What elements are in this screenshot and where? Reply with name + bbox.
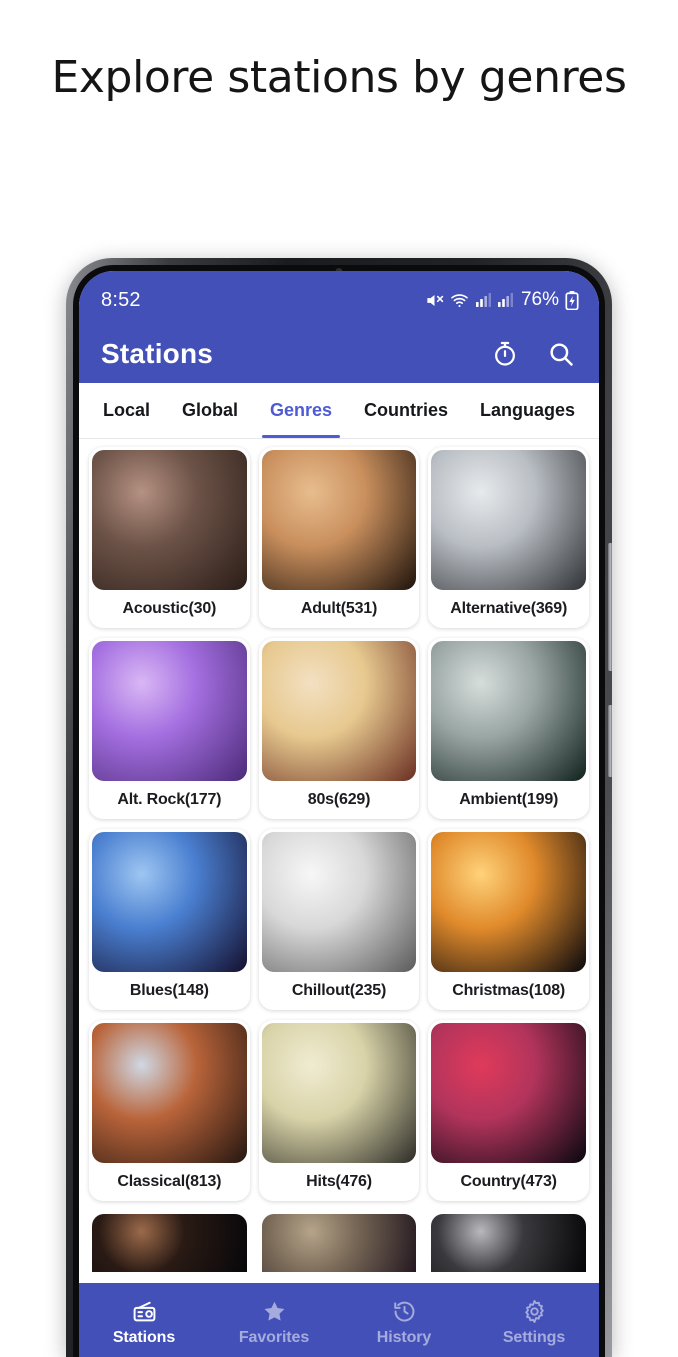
phone-mockup-frame: 8:52 76% Stations Local Global Genres Co… (66, 258, 612, 1357)
genre-card-label: Classical(813) (117, 1173, 222, 1190)
gear-icon (524, 1300, 544, 1323)
couple-embrace-image (261, 450, 417, 590)
genre-card-label: Christmas(108) (452, 982, 566, 999)
genre-card-label: Country(473) (460, 1173, 557, 1190)
nav-item-history[interactable]: History (339, 1299, 469, 1347)
genre-card-label: Acoustic(30) (122, 600, 217, 617)
search-icon[interactable] (547, 340, 575, 368)
phone-volume-button (608, 543, 612, 671)
genre-card[interactable]: Hits(476) (258, 1020, 420, 1201)
genre-card[interactable]: Christmas(108) (428, 829, 589, 1010)
radio-icon (133, 1301, 155, 1322)
genre-grid-scroll[interactable]: Acoustic(30) Adult(531) Alternative(369) Al… (79, 439, 599, 1357)
battery-percent-label: 76% (520, 289, 559, 310)
nav-label: Favorites (238, 1329, 310, 1346)
signal-icon (475, 293, 491, 307)
genre-card[interactable]: Alt. Rock(177) (89, 638, 250, 819)
nav-label: History (376, 1329, 432, 1346)
genre-card[interactable]: Classical(813) (89, 1020, 250, 1201)
wifi-icon (451, 293, 468, 307)
app-bar-title: Stations (101, 338, 214, 369)
genre-grid: Acoustic(30) Adult(531) Alternative(369) Al… (79, 439, 599, 1272)
status-bar-icons: 76% (425, 289, 579, 311)
signal-icon (497, 293, 513, 307)
status-bar: 8:52 76% (79, 271, 599, 325)
sleep-timer-icon[interactable] (491, 340, 519, 368)
dancer-red-neon-stage-image (431, 1023, 586, 1163)
genre-card[interactable] (89, 1211, 250, 1272)
battery-charging-icon (565, 290, 579, 310)
nav-item-stations[interactable]: Stations (79, 1299, 209, 1347)
tab-bar[interactable]: Local Global Genres Countries Languages (79, 383, 599, 439)
genre-card-label: 80s(629) (307, 791, 371, 808)
genre-card-label: Hits(476) (306, 1173, 372, 1190)
genre-card[interactable]: Blues(148) (89, 829, 250, 1010)
tab-languages[interactable]: Languages (470, 383, 585, 438)
dark-stage-partial-image (92, 1214, 247, 1272)
genre-card[interactable]: Adult(531) (258, 447, 420, 628)
band-white-suits-stage-image (431, 450, 586, 590)
tab-local[interactable]: Local (93, 383, 160, 438)
nav-label: Settings (502, 1329, 566, 1346)
genre-card-label: Blues(148) (129, 982, 209, 999)
genre-card-label: Alt. Rock(177) (117, 791, 222, 808)
page-title: Explore stations by genres (51, 52, 627, 103)
genre-card[interactable]: 80s(629) (258, 638, 420, 819)
status-bar-clock: 8:52 (101, 288, 141, 311)
genre-card-label: Chillout(235) (291, 982, 387, 999)
genre-card[interactable] (258, 1211, 420, 1272)
genre-card[interactable]: Alternative(369) (428, 447, 589, 628)
app-bar-actions (491, 340, 575, 368)
genre-card[interactable] (428, 1211, 589, 1272)
tab-countries[interactable]: Countries (354, 383, 458, 438)
cellist-playing-image (92, 1023, 247, 1163)
genre-card[interactable]: Country(473) (428, 1020, 589, 1201)
genre-card[interactable]: Chillout(235) (258, 829, 420, 1010)
tab-genres[interactable]: Genres (260, 383, 342, 438)
headline-section: Explore stations by genres (0, 0, 678, 255)
phone-screen: 8:52 76% Stations Local Global Genres Co… (79, 271, 599, 1357)
genre-card-label: Alternative(369) (450, 600, 568, 617)
genre-card-label: Ambient(199) (459, 791, 559, 808)
nav-item-favorites[interactable]: Favorites (209, 1299, 339, 1347)
purple-stage-performer-image (92, 641, 247, 781)
phone-power-button (608, 705, 612, 777)
acoustic-guitar-hand-image (92, 450, 247, 590)
nav-label: Stations (112, 1329, 176, 1346)
app-bar: Stations (79, 325, 599, 383)
genre-card[interactable]: Ambient(199) (428, 638, 589, 819)
history-icon (393, 1301, 414, 1322)
cat-on-sleeping-person-bw-image (261, 832, 417, 972)
christmas-tree-lights-image (431, 832, 586, 972)
tab-global[interactable]: Global (172, 383, 248, 438)
mute-icon (427, 294, 444, 306)
blues-guitarist-tuxedo-image (92, 832, 247, 972)
star-icon (264, 1301, 284, 1321)
phone-bezel: 8:52 76% Stations Local Global Genres Co… (73, 265, 605, 1357)
waterfall-forest-dark-image (431, 641, 586, 781)
nav-item-settings[interactable]: Settings (469, 1299, 599, 1347)
couch-interior-partial-image (261, 1214, 417, 1272)
eighties-big-hair-crowd-image (261, 641, 417, 781)
genre-card[interactable]: Acoustic(30) (89, 447, 250, 628)
dark-equipment-partial-image (431, 1214, 586, 1272)
bottom-navigation[interactable]: Stations Favorites History Settings (79, 1283, 599, 1357)
school-hallway-dancers-image (261, 1023, 417, 1163)
genre-card-label: Adult(531) (300, 600, 378, 617)
